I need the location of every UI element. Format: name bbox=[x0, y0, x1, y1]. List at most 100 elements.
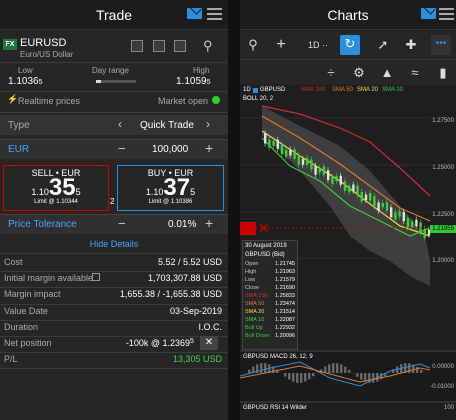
macd-bar bbox=[348, 369, 351, 373]
chevron-left-icon[interactable]: ‹ bbox=[118, 117, 122, 131]
tooltip-row-value: 1.22932 bbox=[275, 325, 295, 331]
candle-body bbox=[360, 192, 363, 202]
tooltip-row: SMA 100 1.25833 bbox=[245, 292, 295, 300]
tooltip-row-label: SMA 50 bbox=[245, 301, 265, 307]
split-icon[interactable]: ÷ bbox=[322, 64, 340, 82]
add-icon[interactable]: + bbox=[272, 36, 290, 54]
candle-body bbox=[369, 193, 372, 201]
area-chart-icon[interactable]: ▲ bbox=[378, 64, 396, 82]
info-icon[interactable] bbox=[131, 40, 143, 52]
tooltip-row-label: Close bbox=[245, 285, 260, 291]
candle-body bbox=[415, 219, 418, 227]
detail-value: -100k @ 1.2369 bbox=[125, 338, 190, 348]
macd-bar bbox=[264, 363, 267, 373]
market-status: Market open bbox=[158, 96, 209, 106]
charts-header: Charts bbox=[240, 0, 456, 30]
price-tolerance-value[interactable]: 0.01% bbox=[168, 219, 208, 230]
candle-body bbox=[297, 155, 300, 165]
close-x-icon[interactable]: ✕ bbox=[258, 221, 270, 235]
macd-bar bbox=[284, 373, 287, 377]
candle-body bbox=[377, 202, 380, 211]
charts-panel: Charts ⚲ + 1D ·· ↻ ➚ ✚ ••• ÷ ⚙ ▲ ≈ ▮ 1D … bbox=[240, 0, 456, 420]
macd-bar bbox=[260, 363, 263, 373]
close-position-icon[interactable]: ✕ bbox=[200, 336, 218, 350]
hide-details-link[interactable]: Hide Details bbox=[0, 239, 228, 249]
candlestick-icon[interactable]: ▮ bbox=[434, 64, 452, 82]
amount-value[interactable]: 100,000 bbox=[152, 144, 212, 155]
macd-bar bbox=[416, 366, 419, 373]
detail-value: 5.52 / 5.52 USD bbox=[157, 257, 222, 267]
currency-label[interactable]: EUR bbox=[8, 144, 48, 155]
increase-tolerance-icon[interactable]: + bbox=[205, 215, 213, 231]
type-value[interactable]: Quick Trade bbox=[140, 120, 200, 131]
macd-bar bbox=[312, 373, 315, 377]
candle-body bbox=[348, 185, 351, 193]
low-label: Low bbox=[18, 66, 33, 75]
tooltip-row-label: Low bbox=[245, 277, 256, 283]
chevron-right-icon[interactable]: › bbox=[206, 117, 210, 131]
macd-bar bbox=[304, 373, 307, 382]
detail-divider bbox=[0, 368, 228, 370]
settings-icon[interactable]: ⚙ bbox=[350, 64, 368, 82]
candle-body bbox=[289, 149, 292, 156]
buy-button[interactable]: BUY • EUR 1.10375 Limit @ 1.10386 bbox=[117, 165, 224, 211]
trade-header: Trade bbox=[0, 0, 228, 30]
menu-icon[interactable] bbox=[439, 8, 454, 20]
tooltip-row: SMA 50 1.23474 bbox=[245, 300, 295, 308]
day-range-bar bbox=[96, 80, 136, 83]
tooltip-row-label: Boll Down bbox=[245, 333, 270, 339]
info-icon[interactable] bbox=[92, 273, 100, 282]
market-open-dot bbox=[212, 96, 220, 104]
chart-toolbar-2: ÷ ⚙ ▲ ≈ ▮ bbox=[240, 59, 456, 85]
type-label: Type bbox=[8, 120, 30, 131]
boll-label: BOLL 20, 2 bbox=[243, 96, 274, 102]
price-tolerance-label[interactable]: Price Tolerance bbox=[8, 219, 108, 230]
tooltip-row-label: Boll Up bbox=[245, 325, 263, 331]
candle-body bbox=[318, 167, 321, 173]
macd-bar bbox=[372, 373, 375, 383]
macd-bar bbox=[308, 373, 311, 380]
crosshair-icon[interactable]: ✚ bbox=[402, 36, 420, 54]
tooltip-row: Boll Down 1.20096 bbox=[245, 332, 295, 340]
timeframe-select[interactable]: 1D ·· bbox=[300, 36, 336, 54]
spread: 2 bbox=[110, 197, 115, 206]
high-label: High bbox=[193, 66, 210, 75]
tooltip-row-value: 1.21514 bbox=[275, 309, 295, 315]
data-tooltip: 30 August 2019 GBPUSD (Bid) Open 1.21745 H… bbox=[242, 240, 298, 350]
candle-body bbox=[293, 149, 296, 159]
net-position-pip: 5 bbox=[190, 338, 194, 345]
sell-price: 1.10355 bbox=[31, 174, 81, 201]
detail-divider bbox=[0, 319, 228, 321]
detail-divider bbox=[0, 271, 228, 273]
candle-body bbox=[402, 211, 405, 222]
close-marker[interactable] bbox=[240, 222, 256, 235]
tooltip-row: Boll Up 1.22932 bbox=[245, 324, 295, 332]
mail-icon[interactable] bbox=[421, 8, 436, 19]
decrease-amount-icon[interactable]: − bbox=[118, 141, 126, 156]
tooltip-row-label: SMA 10 bbox=[245, 317, 265, 323]
chart-icon[interactable] bbox=[153, 40, 165, 52]
candle-body bbox=[352, 184, 355, 191]
indicator-icon[interactable]: ≈ bbox=[406, 64, 424, 82]
more-icon[interactable]: ••• bbox=[431, 35, 451, 55]
sell-button[interactable]: SELL • EUR 1.10355 Limit @ 1.10344 bbox=[3, 165, 109, 211]
search-icon[interactable]: ⚲ bbox=[244, 36, 262, 54]
legend-sma100: SMA 100 bbox=[301, 87, 326, 93]
overview-icon[interactable] bbox=[174, 40, 186, 52]
tooltip-row-value: 1.22087 bbox=[275, 317, 295, 323]
mail-icon[interactable] bbox=[187, 8, 202, 19]
trade-panel: Trade FX EURUSD Euro/US Dollar ⚲ Low Day… bbox=[0, 0, 228, 420]
refresh-icon[interactable]: ↻ bbox=[340, 35, 360, 55]
bolt-icon: ⚡ bbox=[7, 94, 19, 104]
decrease-tolerance-icon[interactable]: − bbox=[118, 216, 126, 231]
instrument-symbol[interactable]: EURUSD bbox=[20, 37, 120, 49]
chart-instrument: GBPUSD bbox=[260, 87, 286, 93]
search-icon[interactable]: ⚲ bbox=[203, 38, 213, 54]
line-draw-icon[interactable]: ➚ bbox=[374, 36, 392, 54]
increase-amount-icon[interactable]: + bbox=[205, 140, 213, 156]
tooltip-row: Open 1.21745 bbox=[245, 260, 295, 268]
tooltip-row-value: 1.21690 bbox=[275, 285, 295, 291]
menu-icon[interactable] bbox=[207, 8, 222, 20]
macd-bar bbox=[336, 363, 339, 373]
detail-divider bbox=[0, 303, 228, 305]
